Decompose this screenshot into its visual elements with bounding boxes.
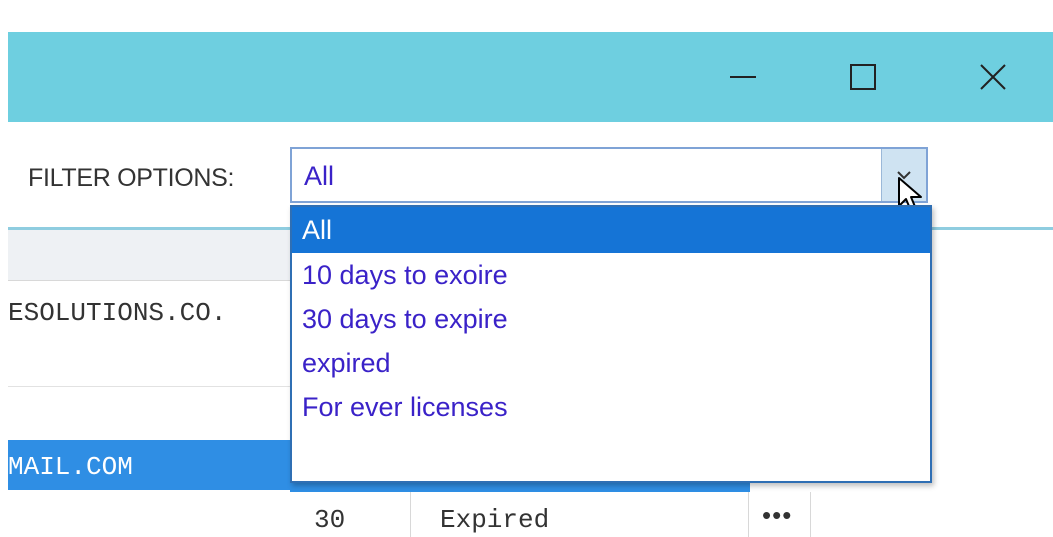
table-cell-domain[interactable]: ESOLUTIONS.CO. (8, 298, 226, 328)
filter-option-forever[interactable]: For ever licenses (292, 385, 930, 429)
maximize-icon (850, 64, 876, 90)
more-options-button[interactable]: ••• (762, 500, 792, 531)
table-cell-status: Expired (440, 505, 550, 535)
table-row[interactable]: 30 Expired ••• (290, 492, 811, 537)
filter-option-10-days[interactable]: 10 days to exoire (292, 253, 930, 297)
filter-options-label: FILTER OPTIONS: (28, 164, 235, 192)
table-cell-days: 30 (314, 505, 346, 535)
minimize-button[interactable] (698, 32, 788, 122)
filter-option-all[interactable]: All (292, 207, 930, 253)
column-divider (810, 492, 811, 537)
filter-options-combobox[interactable]: All (290, 147, 928, 203)
filter-option-expired[interactable]: expired (292, 341, 930, 385)
row-divider (8, 386, 290, 387)
filter-option-30-days[interactable]: 30 days to expire (292, 297, 930, 341)
close-icon (980, 64, 1006, 90)
filter-selected-value: All (304, 161, 335, 191)
column-divider (410, 492, 411, 537)
grid-header (8, 230, 290, 281)
maximize-button[interactable] (818, 32, 908, 122)
filter-options-dropdown-list: All 10 days to exoire 30 days to expire … (290, 205, 932, 483)
minimize-icon (730, 76, 756, 78)
close-button[interactable] (948, 32, 1038, 122)
table-cell-email[interactable]: MAIL.COM (8, 452, 133, 482)
window-titlebar (8, 32, 1053, 122)
column-divider (748, 492, 749, 537)
